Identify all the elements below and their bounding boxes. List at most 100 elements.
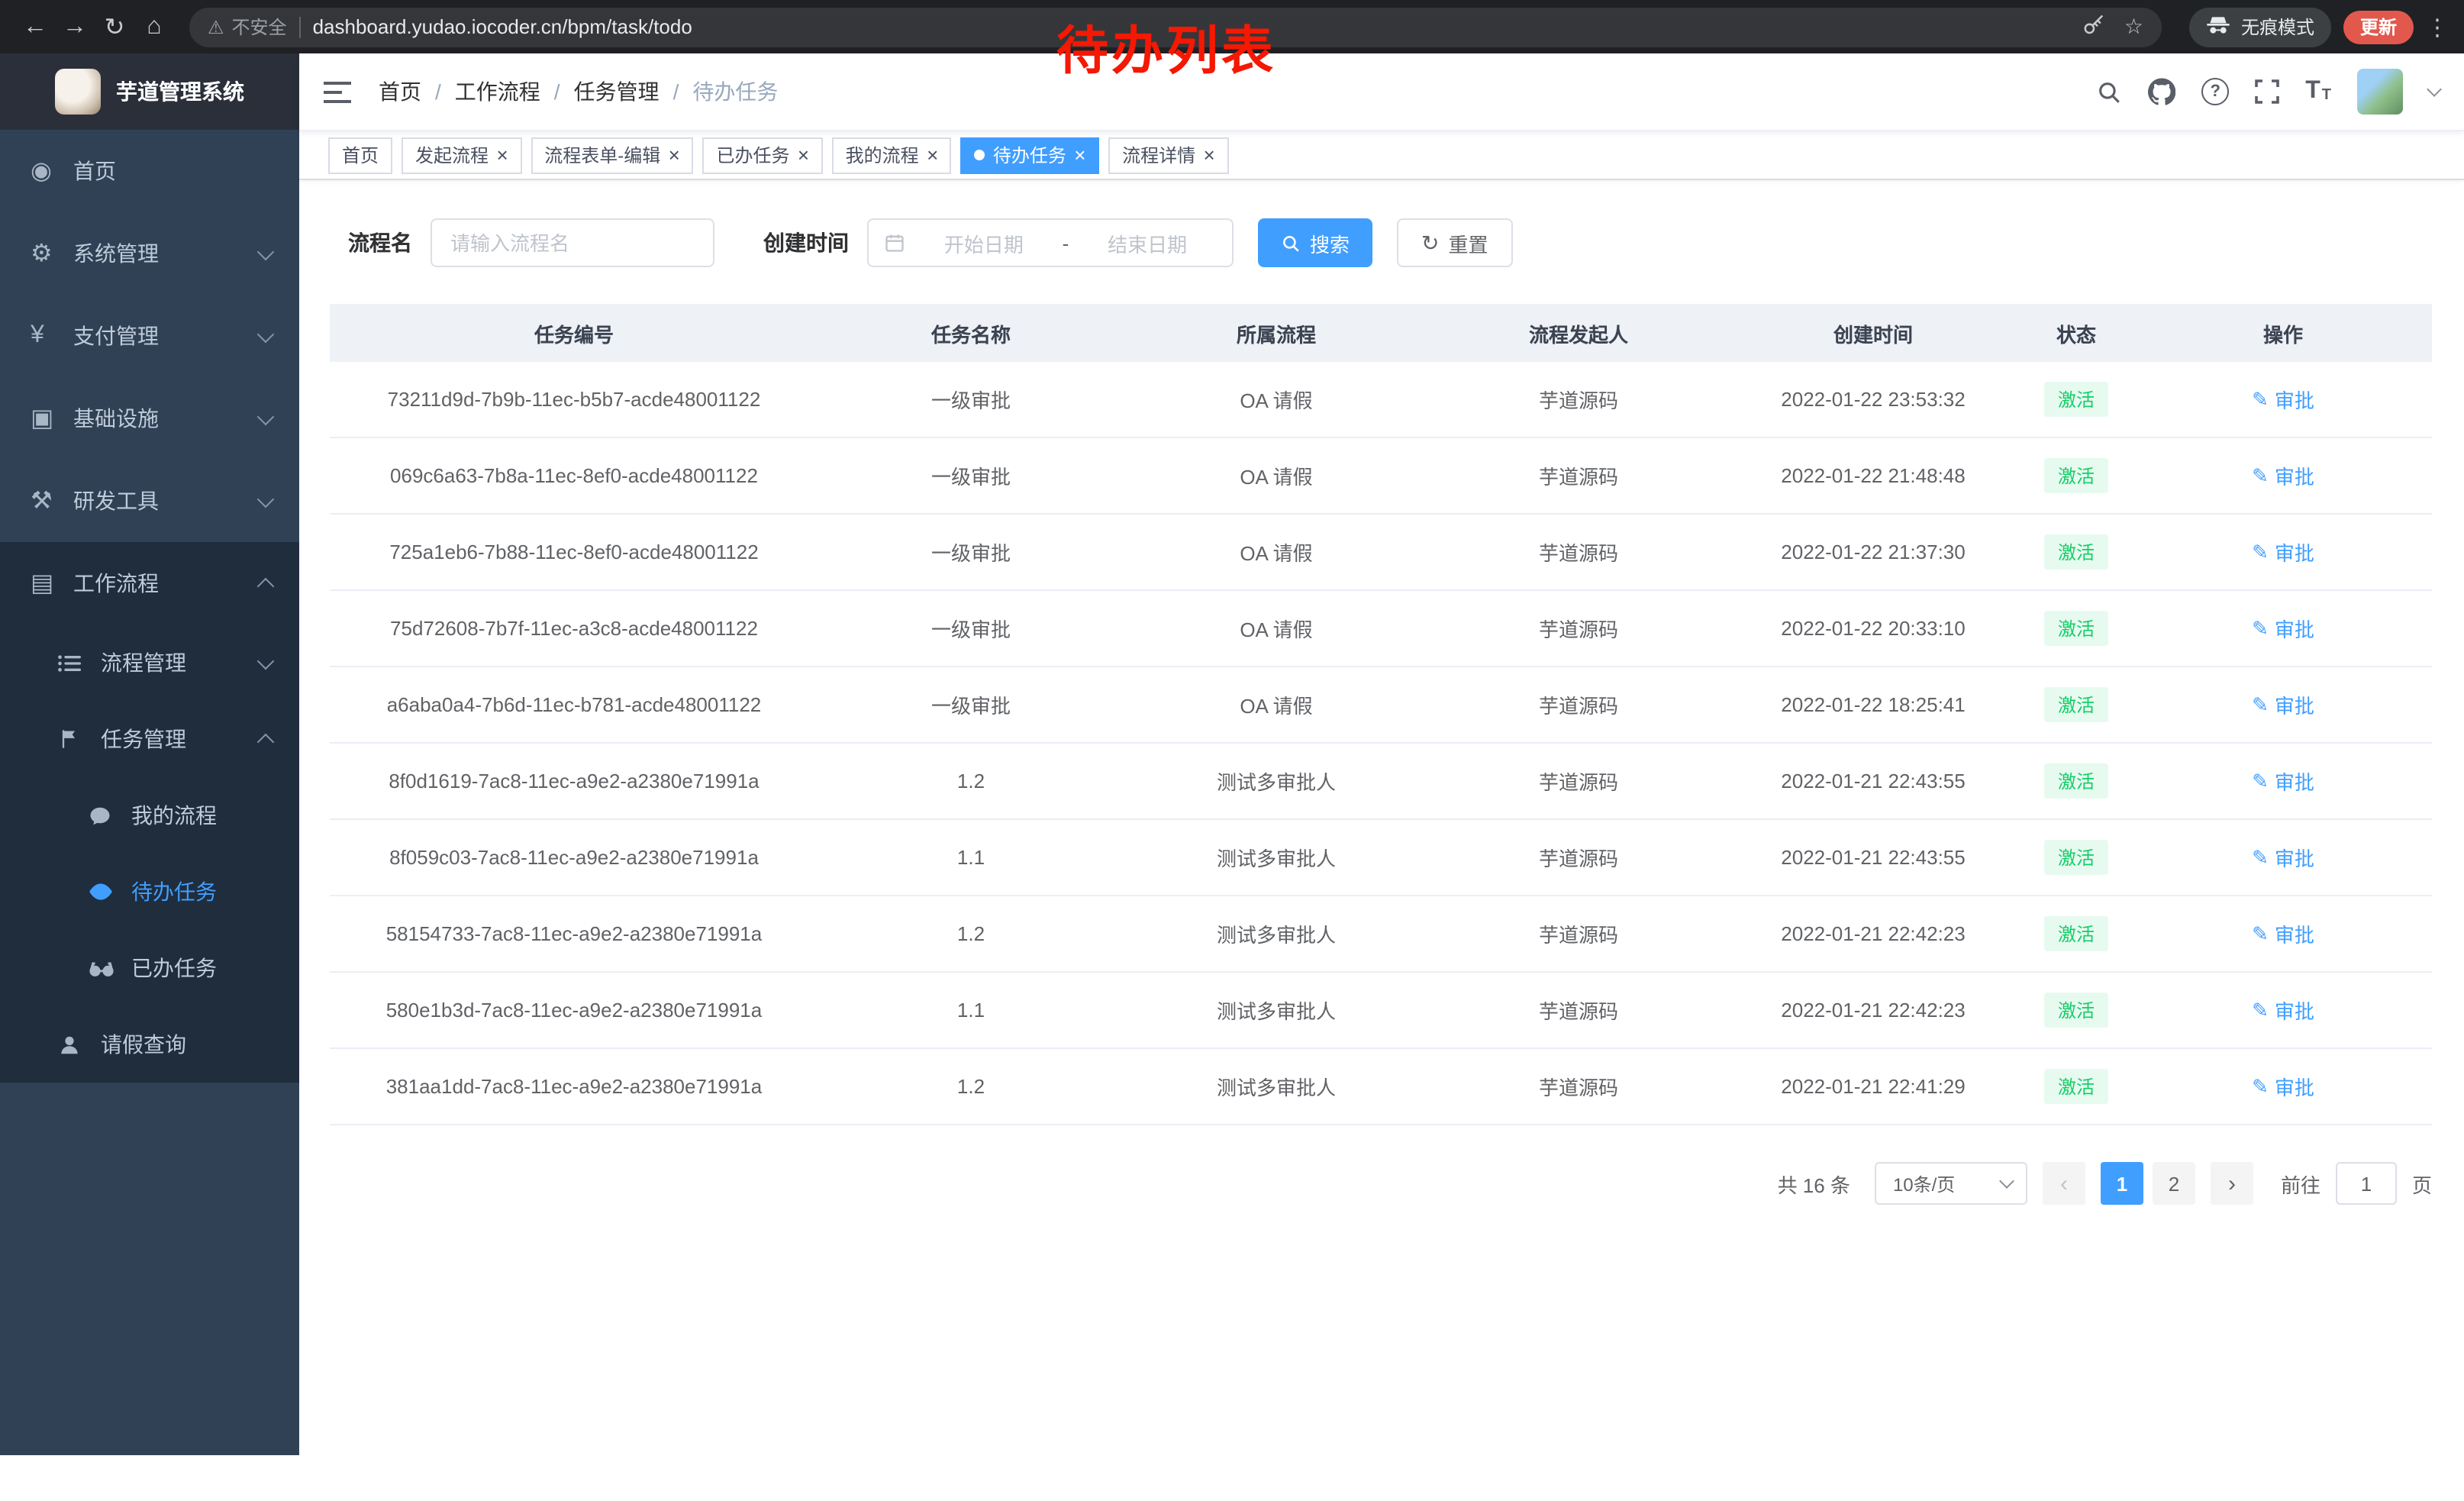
cell-process: 测试多审批人 (1124, 972, 1429, 1048)
tab[interactable]: 首页 × (328, 137, 392, 173)
cell-task-name: 一级审批 (818, 514, 1124, 590)
tab[interactable]: 待办任务 × (961, 137, 1099, 173)
security-label: 不安全 (232, 14, 287, 40)
breadcrumb-task-mgmt[interactable]: 任务管理 (574, 76, 660, 107)
github-icon[interactable] (2148, 78, 2175, 105)
approve-link[interactable]: ✎ 审批 (2252, 537, 2314, 567)
sidebar-item-done-tasks[interactable]: 已办任务 (0, 930, 299, 1006)
breadcrumb: 首页 / 工作流程 / 任务管理 / 待办任务 (379, 76, 778, 107)
sidebar-toggle-icon[interactable] (324, 80, 351, 103)
page-size-select[interactable]: 10条/页 (1875, 1162, 2027, 1205)
text-size-icon[interactable]: TT (2305, 79, 2331, 104)
bookmark-star-icon[interactable]: ☆ (2124, 14, 2143, 40)
tab[interactable]: 流程表单-编辑 × (531, 137, 693, 173)
tab-close-icon[interactable]: × (496, 145, 508, 165)
tab-close-icon[interactable]: × (927, 145, 938, 165)
update-button[interactable]: 更新 (2343, 10, 2414, 44)
incognito-icon (2206, 15, 2230, 39)
approve-link[interactable]: ✎ 审批 (2252, 1072, 2314, 1101)
sidebar-item-infrastructure[interactable]: ▣ 基础设施 (0, 377, 299, 460)
sidebar-item-my-process[interactable]: 我的流程 (0, 777, 299, 854)
fullscreen-icon[interactable] (2255, 79, 2279, 104)
date-range-picker[interactable]: 开始日期 - 结束日期 (867, 218, 1234, 267)
chevron-down-icon (1999, 1173, 2014, 1189)
page-number-button[interactable]: 2 (2153, 1162, 2195, 1205)
reload-button[interactable]: ↻ (95, 7, 134, 47)
cell-status: 激活 (2018, 896, 2134, 972)
status-badge: 激活 (2044, 458, 2108, 493)
security-indicator[interactable]: ⚠ 不安全 (208, 14, 287, 40)
cell-process: 测试多审批人 (1124, 819, 1429, 896)
cell-starter: 芋道源码 (1429, 590, 1728, 667)
sidebar-item-system[interactable]: ⚙ 系统管理 (0, 212, 299, 295)
cell-create-time: 2022-01-22 23:53:32 (1728, 362, 2018, 437)
sidebar-item-task-mgmt[interactable]: 任务管理 (0, 701, 299, 777)
goto-page-input[interactable] (2336, 1162, 2397, 1205)
tab-close-icon[interactable]: × (1203, 145, 1214, 165)
calendar-icon (884, 232, 905, 253)
tab-close-icon[interactable]: × (1074, 145, 1085, 165)
user-avatar[interactable] (2357, 69, 2403, 115)
cell-starter: 芋道源码 (1429, 667, 1728, 743)
approve-link[interactable]: ✎ 审批 (2252, 614, 2314, 643)
page-number-button[interactable]: 1 (2101, 1162, 2143, 1205)
app-logo[interactable]: 芋道管理系统 (0, 53, 299, 130)
home-button[interactable]: ⌂ (134, 7, 174, 47)
help-icon[interactable]: ? (2201, 78, 2229, 105)
end-date-placeholder[interactable]: 结束日期 (1078, 228, 1217, 257)
status-badge: 激活 (2044, 1069, 2108, 1104)
tab[interactable]: 发起流程 × (402, 137, 521, 173)
sidebar-item-workflow[interactable]: ▤ 工作流程 (0, 542, 299, 625)
sidebar-item-home[interactable]: ◉ 首页 (0, 130, 299, 212)
forward-button[interactable]: → (55, 7, 95, 47)
start-date-placeholder[interactable]: 开始日期 (914, 228, 1053, 257)
todo-task-table: 任务编号 任务名称 所属流程 流程发起人 创建时间 状态 (330, 304, 2432, 1125)
workflow-submenu: 流程管理 任务管理 我的流程 (0, 625, 299, 1083)
tab[interactable]: 流程详情 × (1108, 137, 1228, 173)
breadcrumb-workflow[interactable]: 工作流程 (455, 76, 540, 107)
approve-link[interactable]: ✎ 审批 (2252, 461, 2314, 490)
cell-starter: 芋道源码 (1429, 437, 1728, 514)
approve-link[interactable]: ✎ 审批 (2252, 690, 2314, 719)
eye-icon (89, 880, 125, 904)
cell-create-time: 2022-01-21 22:42:23 (1728, 972, 2018, 1048)
cell-create-time: 2022-01-21 22:43:55 (1728, 819, 2018, 896)
tab[interactable]: 已办任务 × (702, 137, 822, 173)
cell-create-time: 2022-01-22 21:48:48 (1728, 437, 2018, 514)
prev-page-button[interactable]: ‹ (2043, 1162, 2085, 1205)
next-page-button[interactable]: › (2211, 1162, 2253, 1205)
address-bar[interactable]: ⚠ 不安全 dashboard.yudao.iocoder.cn/bpm/tas… (189, 7, 2162, 47)
cell-process: 测试多审批人 (1124, 896, 1429, 972)
cell-task-name: 一级审批 (818, 362, 1124, 437)
sidebar-item-devtools[interactable]: ⚒ 研发工具 (0, 460, 299, 542)
tab[interactable]: 我的流程 × (832, 137, 952, 173)
process-name-input[interactable] (431, 218, 714, 267)
status-badge: 激活 (2044, 840, 2108, 875)
infrastructure-icon: ▣ (31, 403, 67, 434)
browser-menu-icon[interactable]: ⋮ (2426, 13, 2449, 40)
approve-link[interactable]: ✎ 审批 (2252, 919, 2314, 948)
cell-task-name: 一级审批 (818, 590, 1124, 667)
back-button[interactable]: ← (15, 7, 55, 47)
approve-link[interactable]: ✎ 审批 (2252, 996, 2314, 1025)
cell-status: 激活 (2018, 972, 2134, 1048)
avatar-caret-icon (2427, 82, 2442, 97)
approve-link[interactable]: ✎ 审批 (2252, 843, 2314, 872)
sidebar-item-todo-tasks[interactable]: 待办任务 (0, 854, 299, 930)
reset-button[interactable]: ↻ 重置 (1397, 218, 1513, 267)
sidebar-item-leave-query[interactable]: 请假查询 (0, 1006, 299, 1083)
search-icon[interactable] (2096, 79, 2122, 105)
search-button[interactable]: 搜索 (1258, 218, 1372, 267)
sidebar-item-process-mgmt[interactable]: 流程管理 (0, 625, 299, 701)
tab-close-icon[interactable]: × (797, 145, 808, 165)
flag-icon (58, 728, 95, 750)
approve-link[interactable]: ✎ 审批 (2252, 385, 2314, 414)
approve-link[interactable]: ✎ 审批 (2252, 767, 2314, 796)
breadcrumb-home[interactable]: 首页 (379, 76, 421, 107)
filter-bar: 流程名 创建时间 开始日期 - 结束日期 搜索 (348, 218, 2432, 267)
key-icon[interactable] (2083, 13, 2106, 40)
sidebar-item-payment[interactable]: ¥ 支付管理 (0, 295, 299, 377)
cell-starter: 芋道源码 (1429, 514, 1728, 590)
top-navbar: 首页 / 工作流程 / 任务管理 / 待办任务 ? (299, 53, 2464, 131)
tab-close-icon[interactable]: × (668, 145, 679, 165)
